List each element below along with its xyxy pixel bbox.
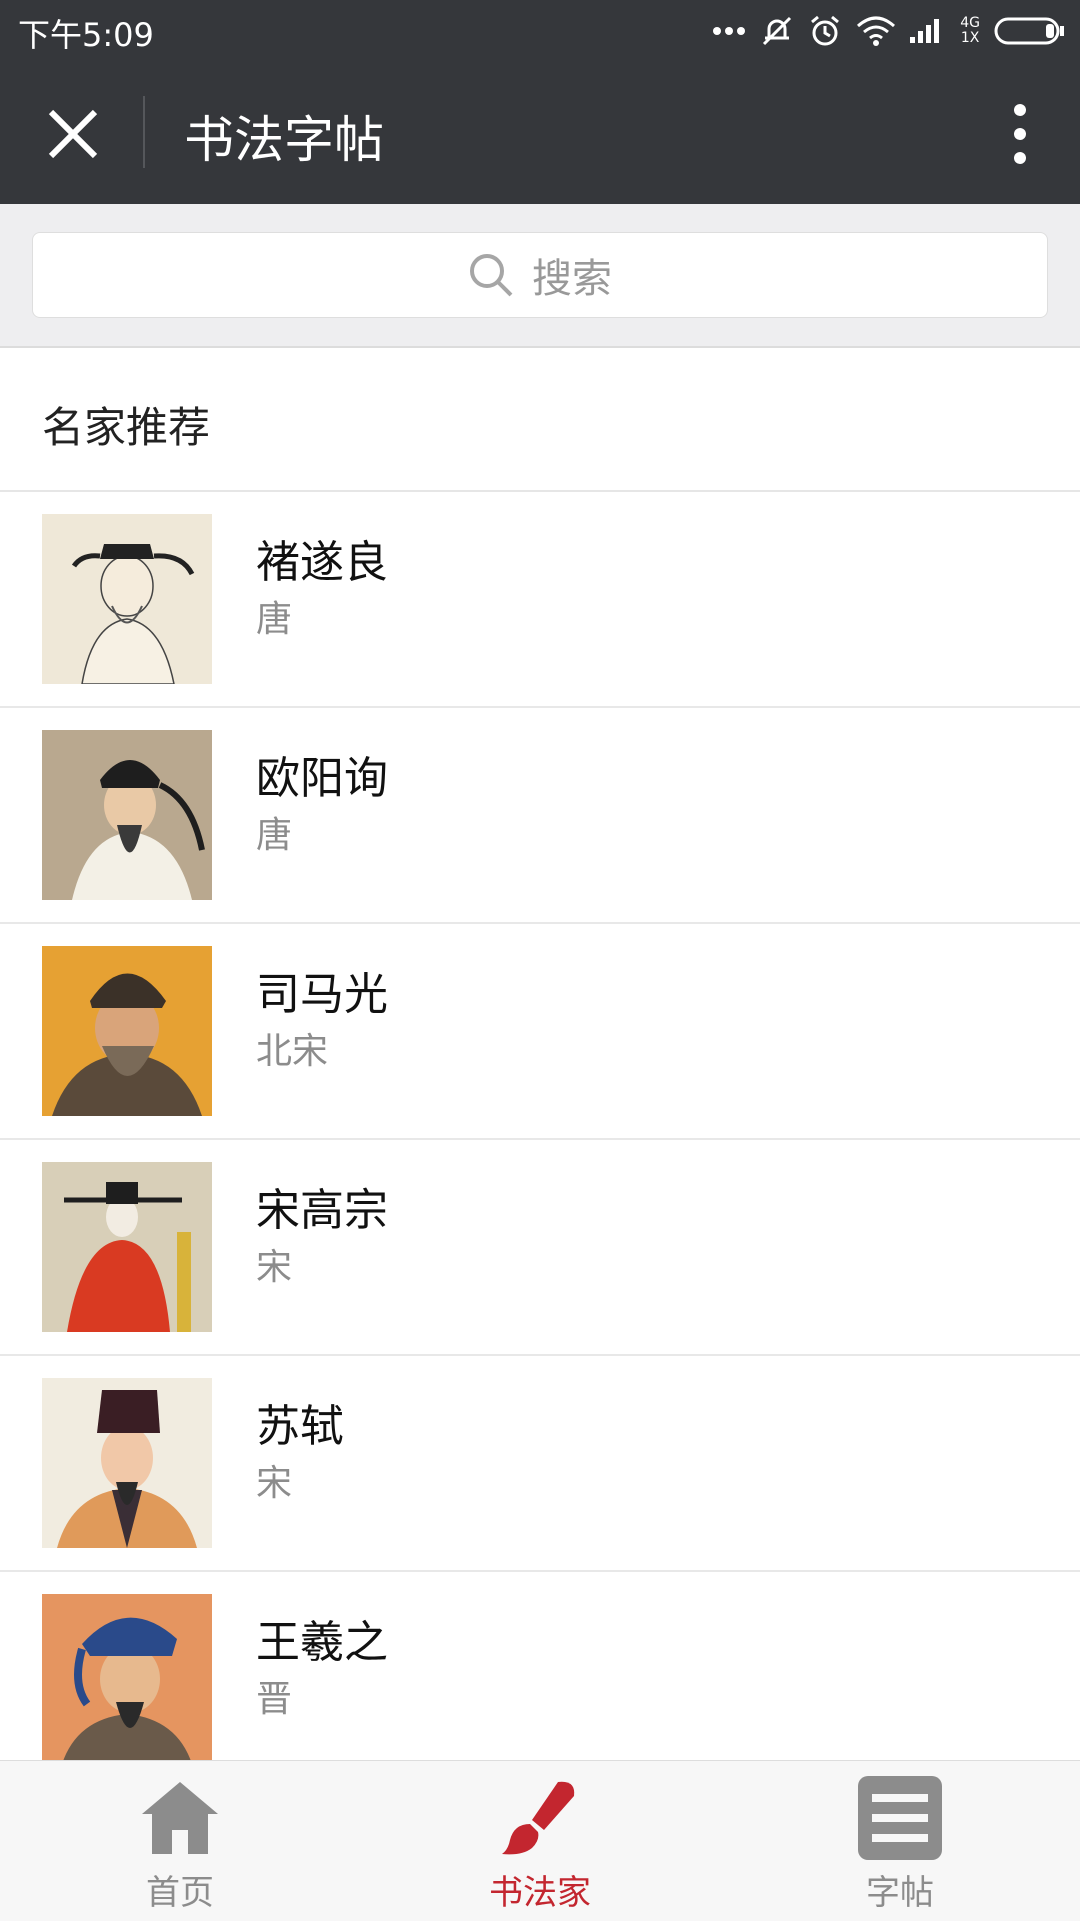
calligrapher-name: 欧阳询	[256, 753, 388, 804]
signal-icon	[910, 15, 946, 47]
title-bar: 书法字帖	[0, 62, 1080, 204]
calligrapher-dynasty: 宋	[256, 1247, 293, 1288]
more-menu-button[interactable]	[990, 96, 1050, 172]
nav-home-label: 首页	[146, 1873, 214, 1913]
calligrapher-list: 褚遂良 唐 欧阳询 唐 司马光 北宋 宋高宗 宋 苏轼 宋 王羲之 晋	[0, 492, 1080, 1788]
title-divider	[143, 96, 145, 168]
list-icon	[850, 1773, 950, 1863]
search-input[interactable]: 搜索	[32, 232, 1048, 318]
nav-home[interactable]: 首页	[0, 1761, 360, 1921]
calligrapher-dynasty: 唐	[256, 599, 293, 640]
mute-bell-icon	[760, 14, 794, 48]
nav-copybooks-label: 字帖	[866, 1873, 934, 1913]
status-icons: 4G 1X	[712, 10, 1066, 52]
bottom-nav: 首页 书法家 字帖	[0, 1760, 1080, 1921]
section-header: 名家推荐	[0, 348, 1080, 492]
calligrapher-dynasty: 宋	[256, 1463, 293, 1504]
portrait-image	[42, 730, 212, 900]
list-item[interactable]: 司马光 北宋	[0, 924, 1080, 1140]
status-time: 下午5:09	[18, 16, 154, 54]
list-item[interactable]: 欧阳询 唐	[0, 708, 1080, 924]
section-title: 名家推荐	[42, 403, 211, 452]
nav-copybooks[interactable]: 字帖	[720, 1761, 1080, 1921]
list-item[interactable]: 宋高宗 宋	[0, 1140, 1080, 1356]
calligrapher-dynasty: 晋	[256, 1679, 293, 1720]
alarm-icon	[808, 14, 842, 48]
search-icon	[470, 254, 513, 297]
more-dots-icon	[712, 26, 746, 36]
page-title: 书法字帖	[184, 111, 384, 169]
home-icon	[130, 1773, 230, 1863]
search-area: 搜索	[0, 204, 1080, 348]
portrait-image	[42, 1378, 212, 1548]
search-placeholder: 搜索	[532, 256, 612, 302]
calligrapher-name: 宋高宗	[256, 1185, 388, 1236]
network-label: 4G 1X	[960, 15, 980, 46]
portrait-image	[42, 514, 212, 684]
calligrapher-name: 司马光	[256, 969, 388, 1020]
portrait-image	[42, 946, 212, 1116]
list-item[interactable]: 褚遂良 唐	[0, 492, 1080, 708]
nav-calligraphers[interactable]: 书法家	[360, 1761, 720, 1921]
list-item[interactable]: 王羲之 晋	[0, 1572, 1080, 1788]
portrait-image	[42, 1162, 212, 1332]
calligrapher-dynasty: 唐	[256, 815, 293, 856]
wifi-icon	[856, 16, 896, 46]
list-item[interactable]: 苏轼 宋	[0, 1356, 1080, 1572]
calligrapher-name: 苏轼	[256, 1401, 344, 1452]
calligrapher-name: 王羲之	[256, 1617, 388, 1668]
nav-calligraphers-label: 书法家	[489, 1873, 591, 1913]
more-vertical-icon	[1014, 104, 1026, 164]
calligrapher-name: 褚遂良	[256, 537, 388, 588]
brush-icon	[490, 1773, 590, 1863]
status-bar: 下午5:09 4G 1X	[0, 0, 1080, 62]
calligrapher-dynasty: 北宋	[256, 1031, 329, 1072]
battery-icon	[994, 16, 1066, 46]
close-icon	[48, 109, 98, 159]
portrait-image	[42, 1594, 212, 1764]
close-button[interactable]	[38, 104, 108, 164]
